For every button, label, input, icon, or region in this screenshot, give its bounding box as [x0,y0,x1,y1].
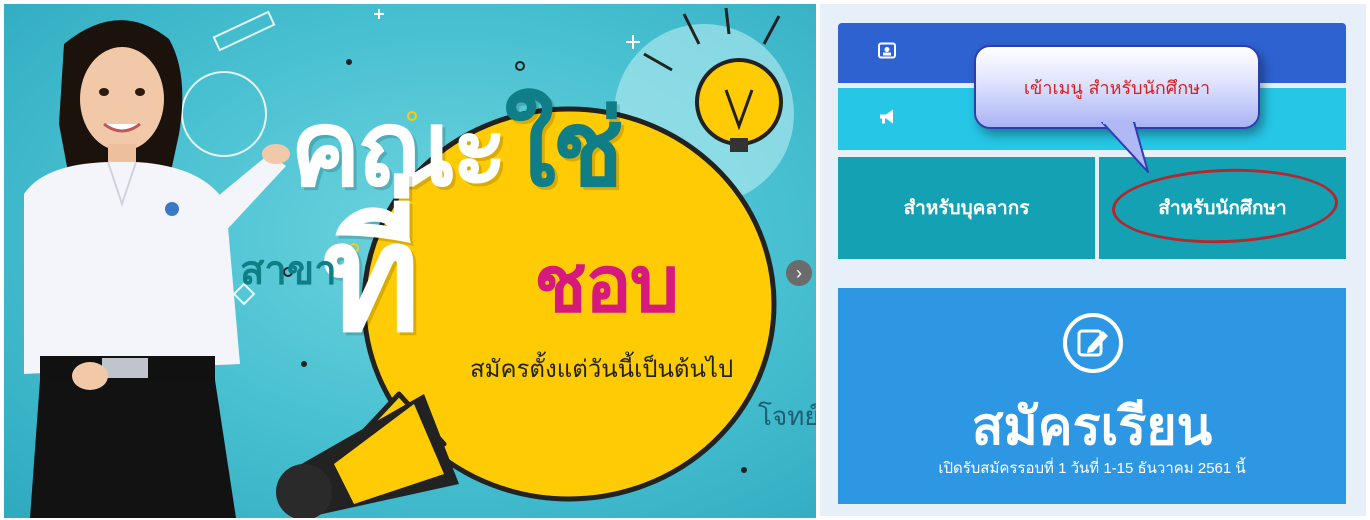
staff-menu-button[interactable]: สำหรับบุคลากร [838,157,1095,259]
carousel-next-button[interactable]: › [786,260,812,286]
banner-subtitle: สมัครตั้งแต่วันนี้เป็นต้นไป [470,355,734,383]
callout-tail [1101,122,1149,173]
id-card-icon [878,42,896,64]
promo-banner[interactable]: คณะใช่ ที่ สาขา ชอบ สมัครตั้งแต่วันนี้เป… [4,4,816,518]
megaphone-icon [878,109,896,130]
register-button[interactable]: สมัครเรียน เปิดรับสมัครรอบที่ 1 วันที่ 1… [838,288,1346,504]
edit-icon [1063,313,1123,373]
register-subtitle: เปิดรับสมัครรอบที่ 1 วันที่ 1-15 ธันวาคม… [938,460,1246,477]
instruction-callout: เข้าเมนู สำหรับนักศึกษา [974,45,1260,129]
headline-line-2: สาขา [240,248,337,294]
register-title: สมัครเรียน [971,398,1213,456]
banner-cut-text: โจทย์ [758,402,816,432]
headline-line-1: คณะใช่ [290,87,624,210]
callout-text: เข้าเมนู สำหรับนักศึกษา [1023,77,1211,99]
headline-magenta: ชอบ [534,240,679,330]
menu-panel: สำหรับบุคลากร สำหรับนักศึกษา เข้าเมนู สำ… [820,4,1366,516]
chevron-right-icon: › [796,263,802,283]
